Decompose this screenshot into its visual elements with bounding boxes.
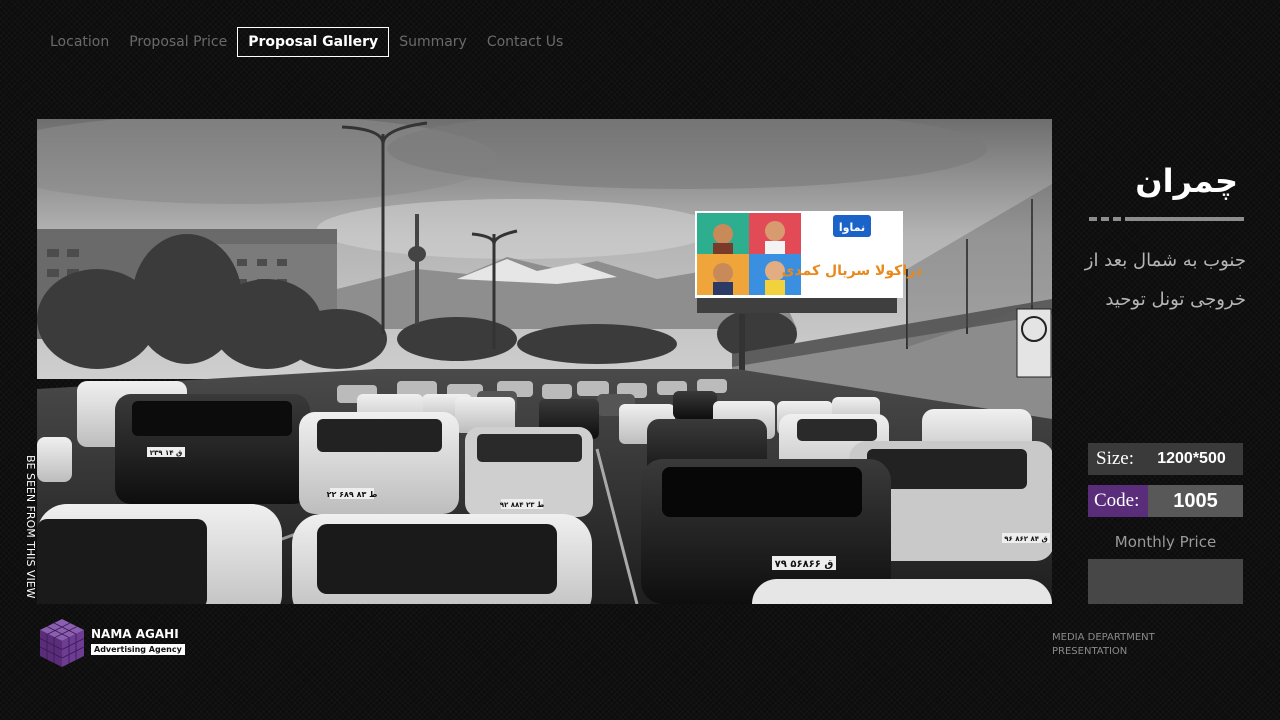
plate-4: ۲۳۹ ق ۱۴: [150, 449, 183, 457]
billboard-ad: نماوا دراکولا سریال کمدی: [695, 211, 922, 298]
vertical-caption: BE SEEN FROM THIS VIEW: [24, 455, 37, 599]
billboard-view-photo: نماوا دراکولا سریال کمدی ۷۹ ق ۵۶۸۶۶ ۲۲ ۶…: [37, 119, 1052, 604]
title-underline: [1089, 217, 1244, 221]
footer-note: MEDIA DEPARTMENT PRESENTATION: [1052, 631, 1155, 659]
footer-note-line2: PRESENTATION: [1052, 646, 1128, 657]
nav-summary[interactable]: Summary: [389, 28, 477, 56]
size-label: Size:: [1096, 448, 1134, 469]
billboard-title: دراکولا سریال کمدی: [782, 263, 923, 279]
company-name: NAMA AGAHI: [91, 627, 179, 641]
nav-location[interactable]: Location: [40, 28, 119, 56]
nav-contact-us[interactable]: Contact Us: [477, 28, 573, 56]
plate-2: ۲۲ ۶۸۹ ط ۸۳: [327, 490, 378, 499]
location-title: چمران: [1135, 162, 1238, 200]
plate-5: ۹۶ ۸۶۲ ق ۸۴: [1004, 535, 1048, 543]
code-label: Code:: [1088, 485, 1148, 517]
location-description: جنوب به شمال بعد از خروجی تونل توحید: [1084, 250, 1246, 310]
monthly-price-value: [1088, 559, 1243, 604]
top-nav: Location Proposal Price Proposal Gallery…: [40, 27, 573, 57]
code-value: 1005: [1173, 490, 1218, 512]
company-tagline: Advertising Agency: [91, 644, 185, 655]
monthly-price-label: Monthly Price: [1114, 533, 1217, 551]
nav-proposal-gallery[interactable]: Proposal Gallery: [237, 27, 390, 57]
cube-logo-icon: [39, 619, 85, 667]
size-spec: Size: 1200*500: [1088, 443, 1243, 475]
company-logo: NAMA AGAHI Advertising Agency: [37, 617, 187, 669]
street-scene-image: نماوا دراکولا سریال کمدی ۷۹ ق ۵۶۸۶۶ ۲۲ ۶…: [37, 119, 1052, 604]
billboard-brand: نماوا: [839, 221, 865, 234]
code-spec: Code: 1005: [1088, 485, 1243, 517]
footer-note-line1: MEDIA DEPARTMENT: [1052, 632, 1155, 643]
nav-proposal-price[interactable]: Proposal Price: [119, 28, 237, 56]
plate-1: ۷۹ ق ۵۶۸۶۶: [775, 559, 834, 570]
plate-3: ۹۲ ۸۸۴ ط ۲۳: [500, 501, 545, 509]
size-value: 1200*500: [1157, 450, 1226, 467]
